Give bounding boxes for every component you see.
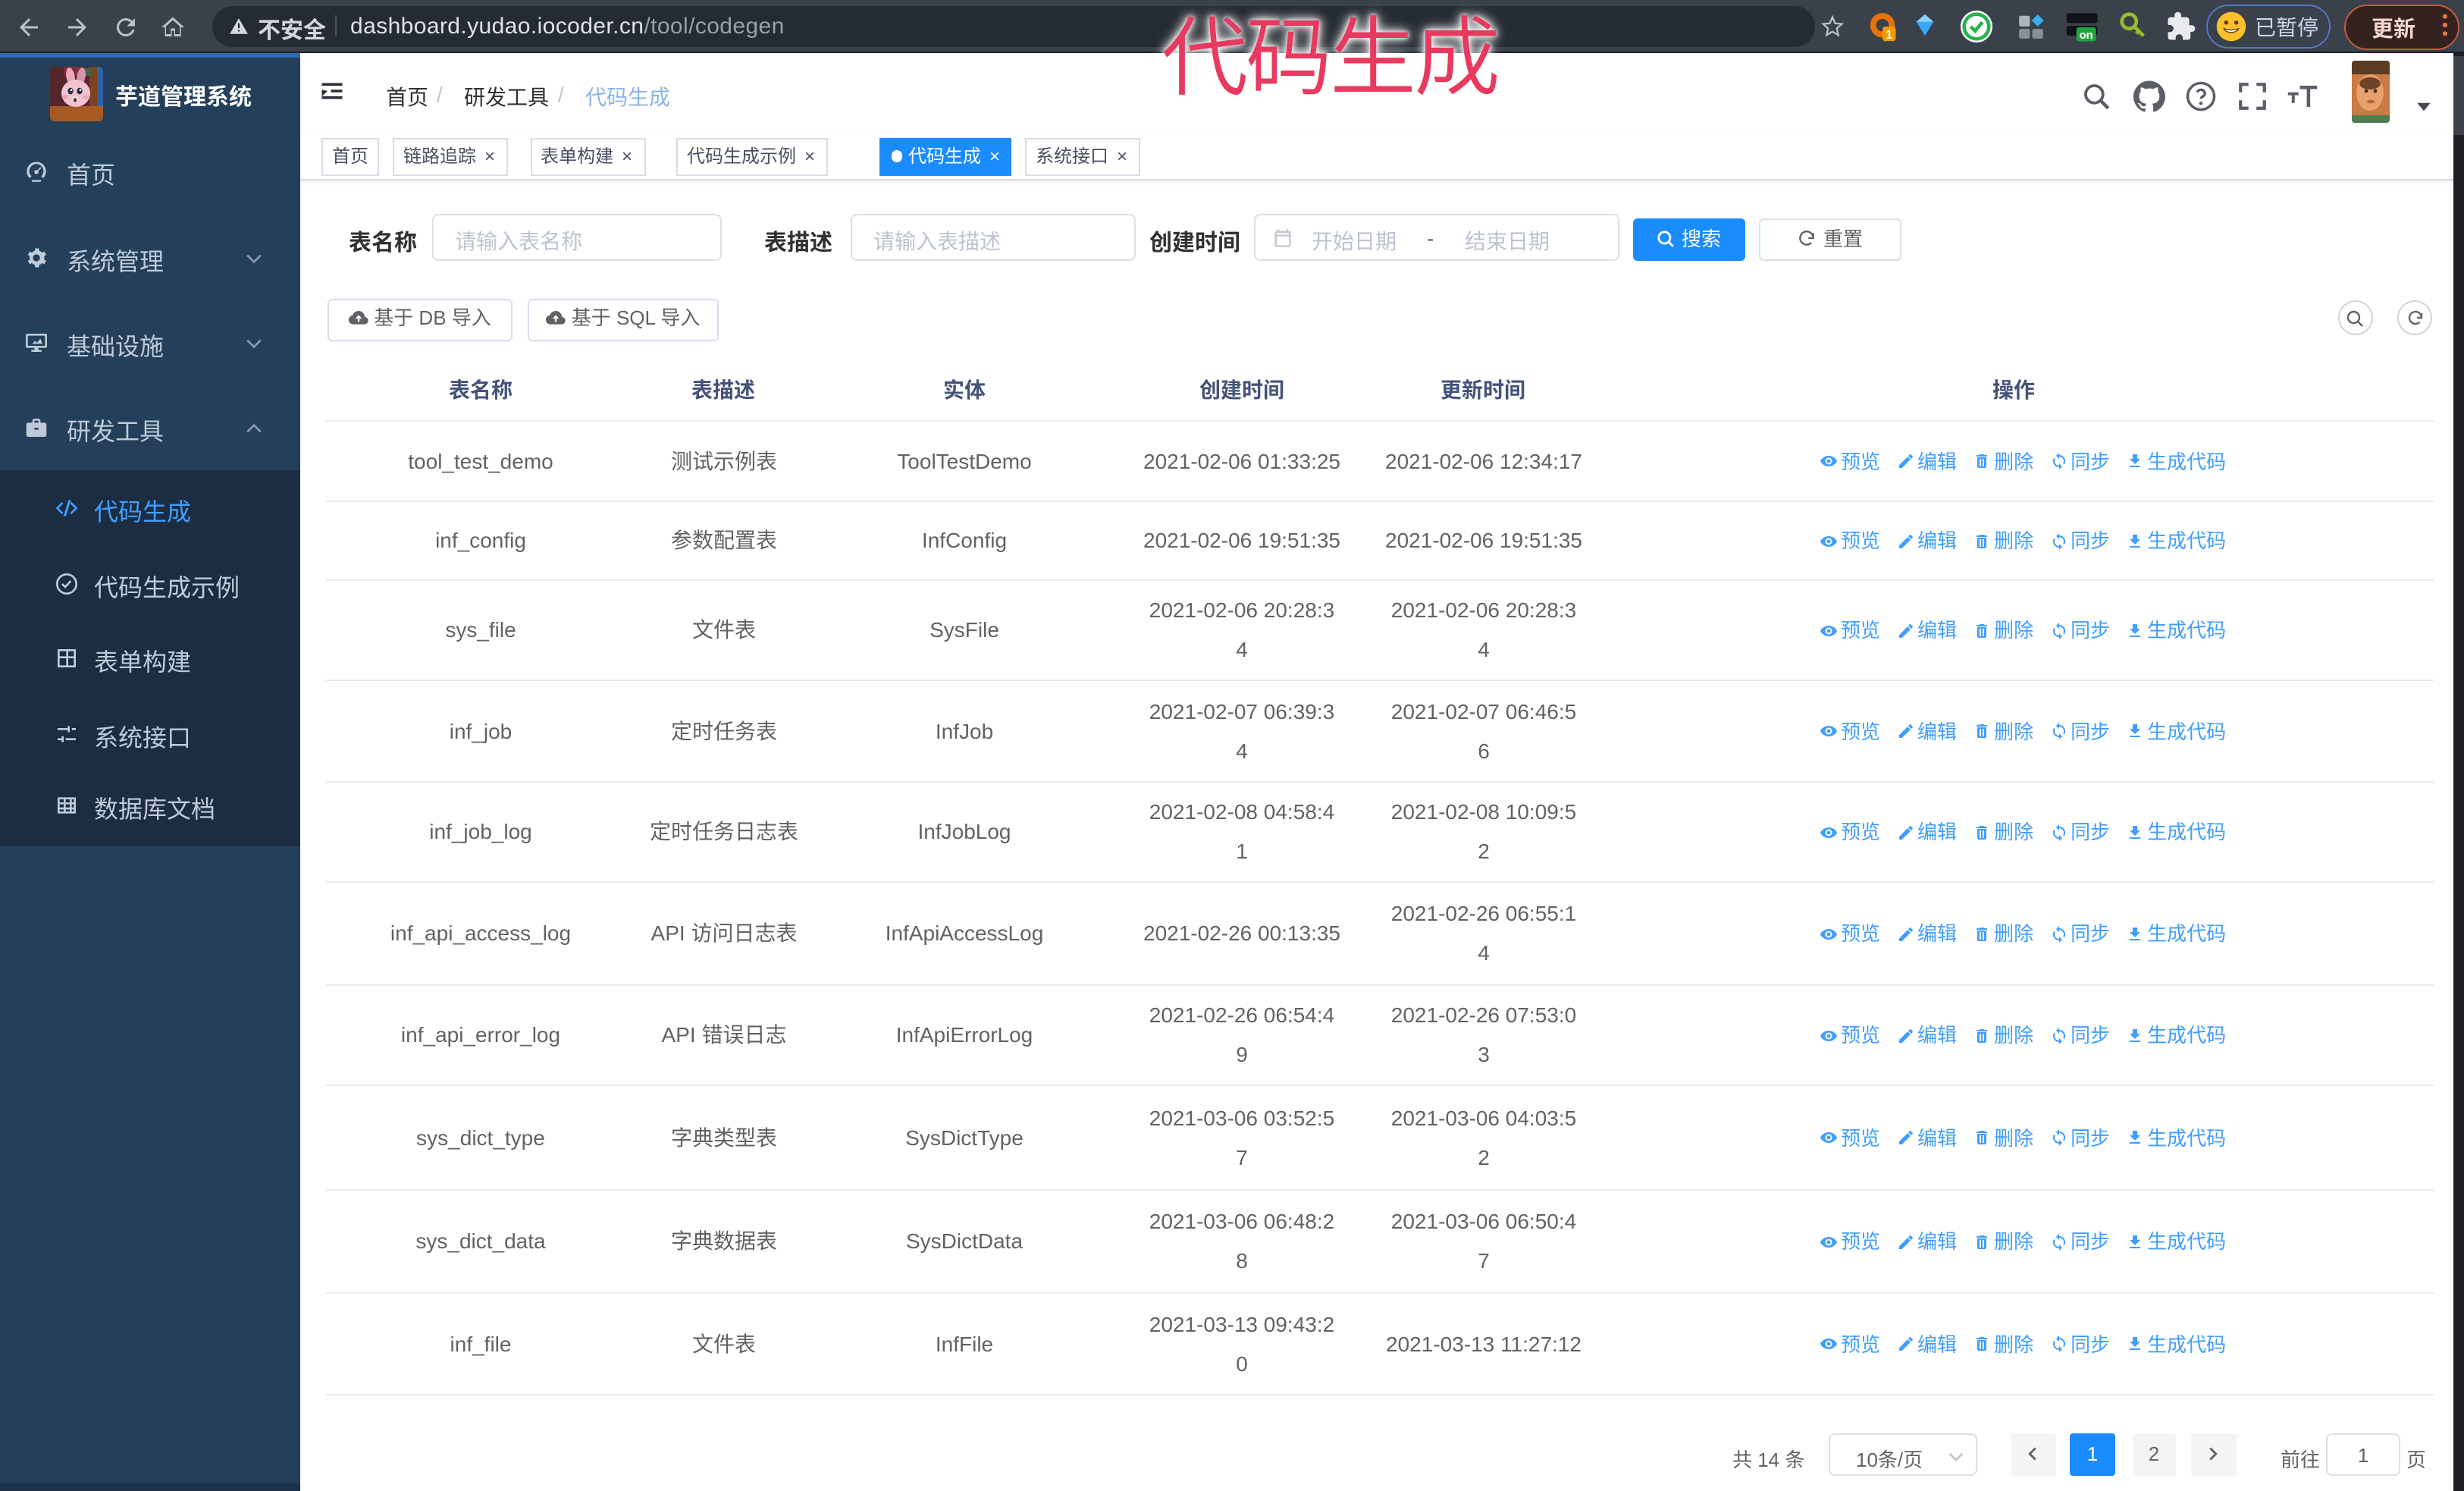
svg-text:on: on xyxy=(2080,30,2093,42)
svg-text:1: 1 xyxy=(1886,29,1892,42)
